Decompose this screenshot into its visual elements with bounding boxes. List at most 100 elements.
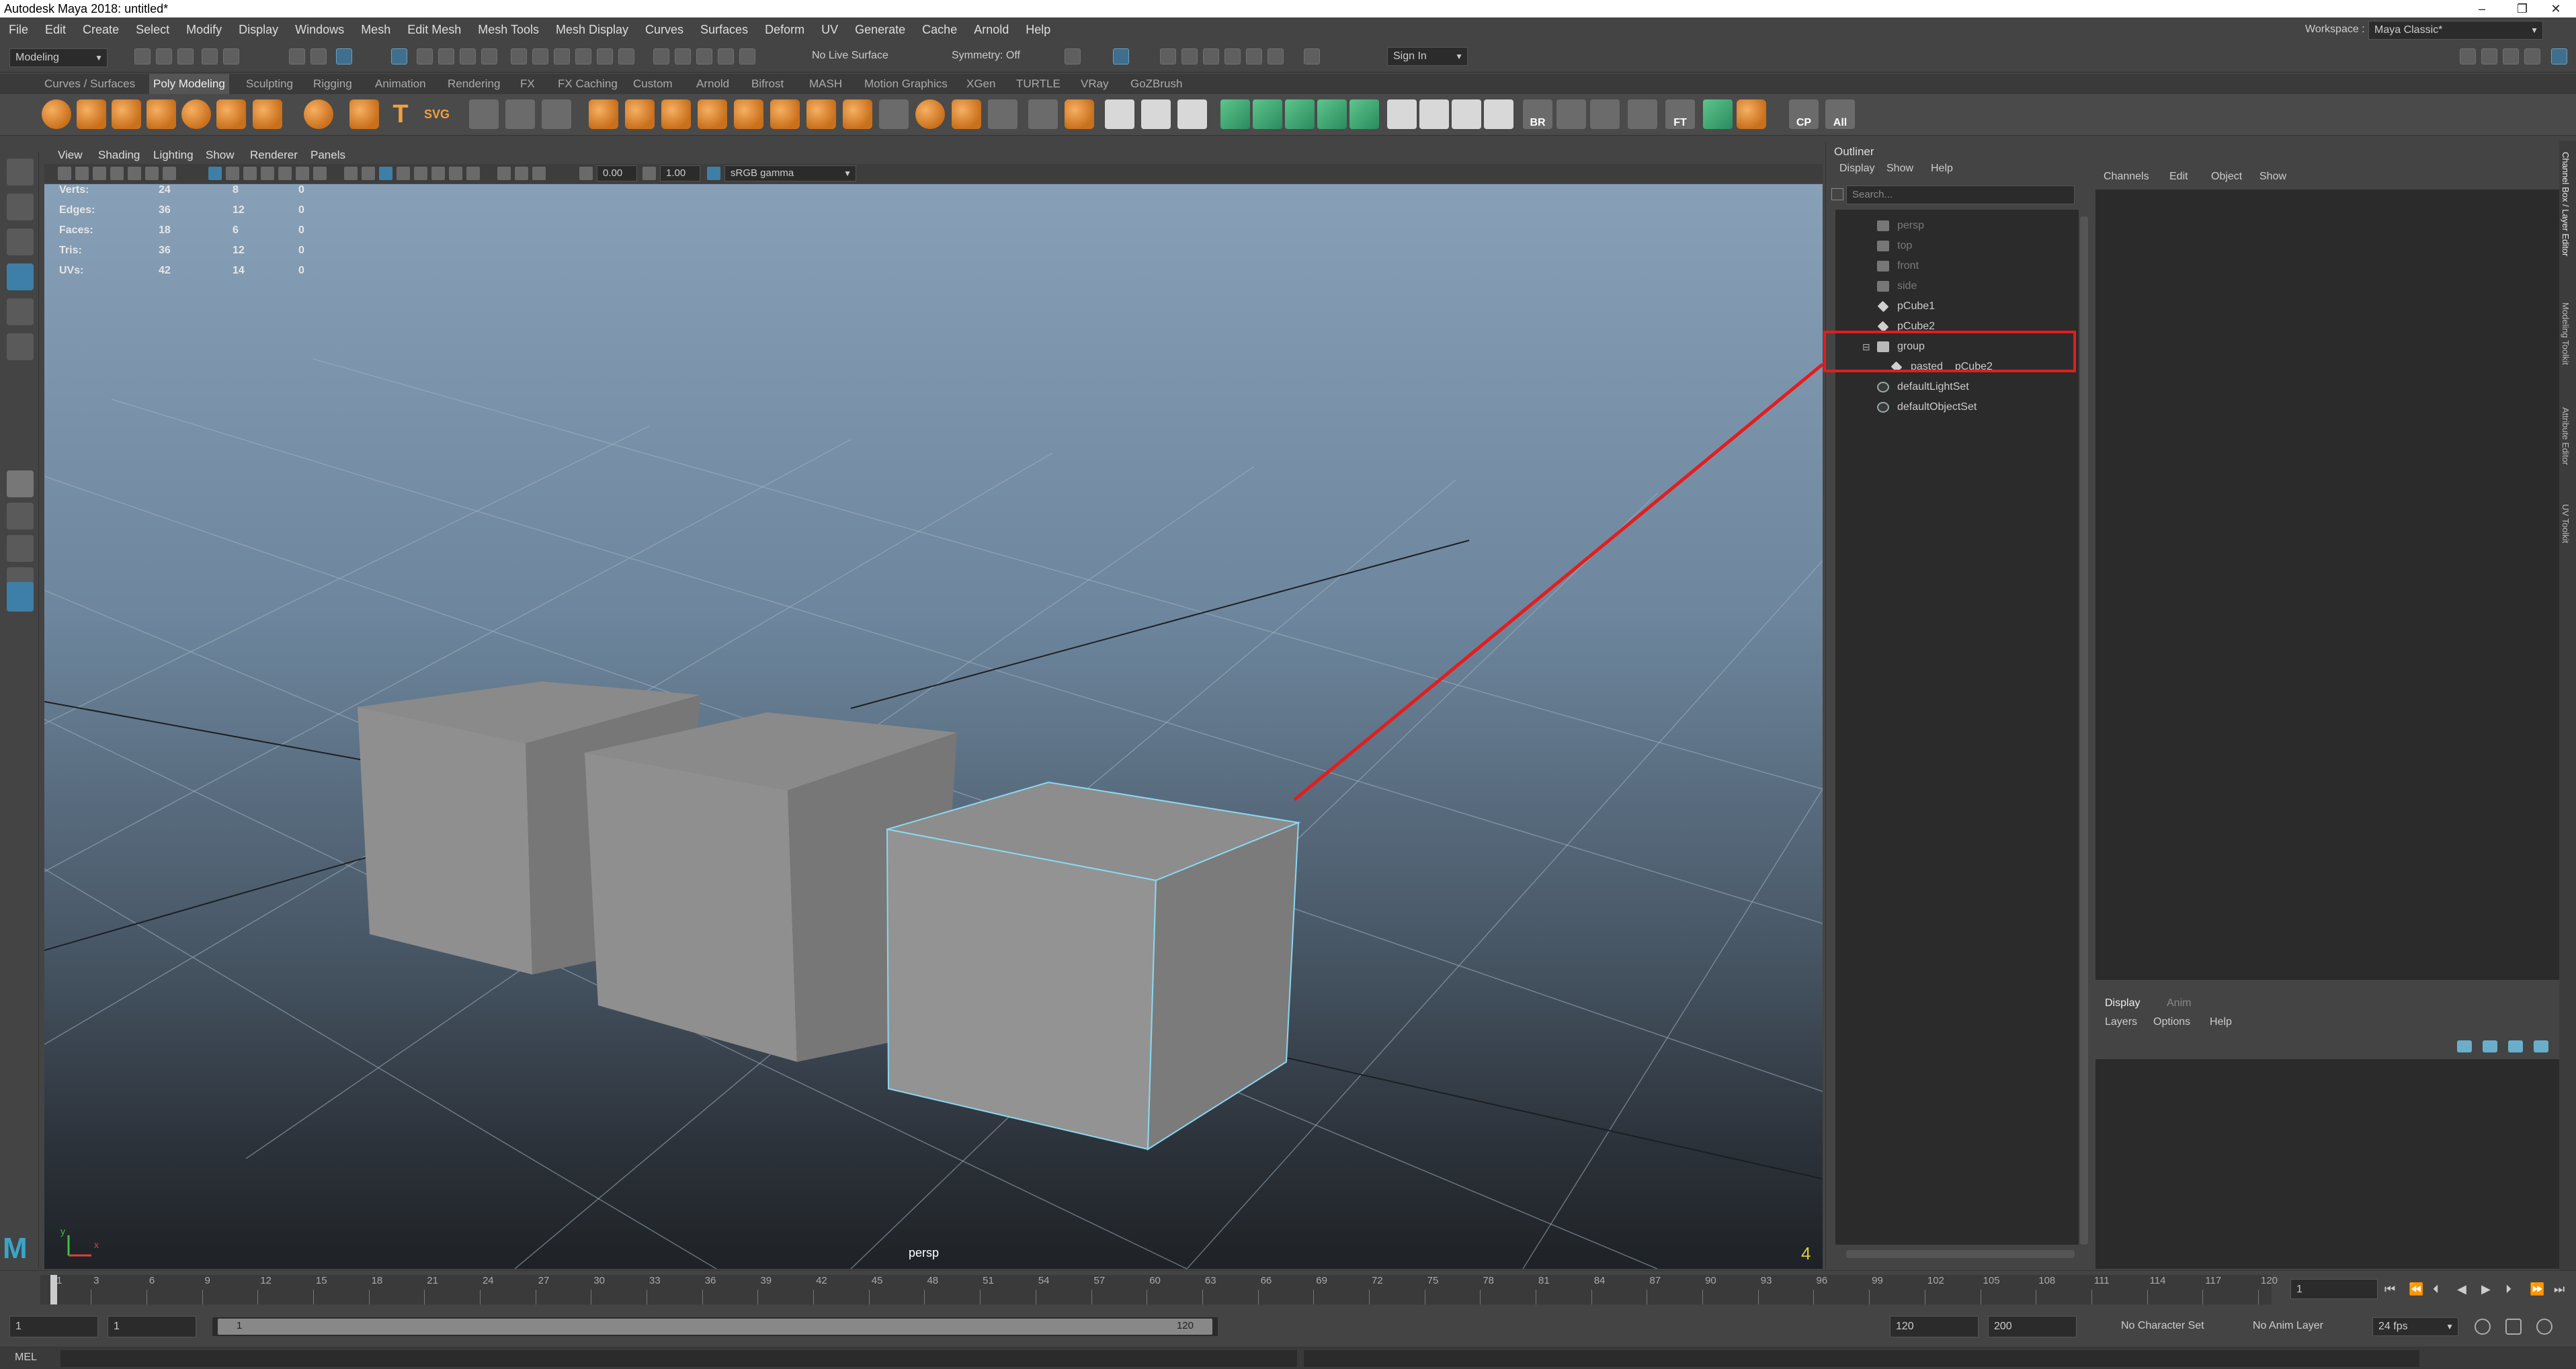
gate-mask-icon[interactable] bbox=[261, 167, 274, 180]
poly-disc-icon[interactable] bbox=[253, 99, 282, 129]
snap-curve-icon[interactable] bbox=[575, 48, 591, 65]
channel-box-toggle-icon[interactable] bbox=[2524, 48, 2540, 65]
preferences-icon[interactable] bbox=[2536, 1319, 2552, 1335]
shelf-tab-rendering[interactable]: Rendering bbox=[448, 74, 500, 94]
menu-cache[interactable]: Cache bbox=[913, 17, 965, 42]
wireframe-on-shaded-icon[interactable] bbox=[379, 167, 392, 180]
outliner-menu-help[interactable]: Help bbox=[1931, 163, 1953, 175]
menu-edit-mesh[interactable]: Edit Mesh bbox=[399, 17, 469, 42]
minimize-button[interactable]: – bbox=[2462, 0, 2502, 17]
end-time-field[interactable]: 120 bbox=[1890, 1316, 1979, 1337]
goto-end-icon[interactable]: ⏭ bbox=[2554, 1283, 2566, 1295]
time-ruler[interactable]: 1 3 6 9 12 15 18 21 24 27 30 33 36 39 42 45 48 51 54 57 60 63… bbox=[40, 1275, 2278, 1304]
menu-arnold[interactable]: Arnold bbox=[965, 17, 1017, 42]
poly-cylinder-icon[interactable] bbox=[112, 99, 141, 129]
outliner-item-side[interactable]: side bbox=[1835, 277, 2079, 296]
grid-toggle-icon[interactable] bbox=[163, 167, 176, 180]
layout-uv-icon[interactable] bbox=[1703, 99, 1733, 129]
outliner-search-input[interactable]: Search... bbox=[1846, 185, 2075, 204]
snap-grid-icon[interactable] bbox=[554, 48, 570, 65]
br-tool-icon[interactable]: BR bbox=[1523, 99, 1552, 129]
play-forward-icon[interactable]: ▶ bbox=[2481, 1283, 2493, 1295]
side-tab-attribute-editor[interactable]: Attribute Editor bbox=[2561, 407, 2571, 465]
outliner-item-top[interactable]: top bbox=[1835, 237, 2079, 255]
boolean-union-icon[interactable] bbox=[698, 99, 727, 129]
render-settings-icon[interactable] bbox=[1203, 48, 1219, 65]
render-frame-icon[interactable] bbox=[1065, 48, 1081, 65]
motion-blur-icon[interactable] bbox=[466, 167, 480, 180]
channel-menu-edit[interactable]: Edit bbox=[2169, 171, 2188, 183]
grid-display-icon[interactable] bbox=[208, 167, 222, 180]
menu-curves[interactable]: Curves bbox=[636, 17, 692, 42]
move-tool-icon[interactable] bbox=[7, 263, 34, 290]
step-forward-icon[interactable]: ⏩ bbox=[2530, 1283, 2544, 1295]
open-scene-icon[interactable] bbox=[156, 48, 172, 65]
outliner-item-pcube1[interactable]: pCube1 bbox=[1835, 297, 2079, 316]
select-tool-icon[interactable] bbox=[7, 159, 34, 185]
menu-edit[interactable]: Edit bbox=[36, 17, 74, 42]
gamma-field[interactable]: 1.00 bbox=[660, 165, 700, 181]
shelf-tab-motion-graphics[interactable]: Motion Graphics bbox=[864, 74, 948, 94]
current-frame-field[interactable]: 1 bbox=[2290, 1279, 2378, 1299]
unfold-icon[interactable] bbox=[1737, 99, 1766, 129]
pasted-pcube2[interactable] bbox=[886, 781, 1301, 1151]
pencil-tool-icon[interactable] bbox=[1105, 99, 1134, 129]
poly-plane-icon[interactable] bbox=[216, 99, 246, 129]
shelf-tab-custom[interactable]: Custom bbox=[633, 74, 673, 94]
all-tool-icon[interactable]: All bbox=[1825, 99, 1855, 129]
shelf-tab-fx-caching[interactable]: FX Caching bbox=[558, 74, 618, 94]
menu-deform[interactable]: Deform bbox=[756, 17, 813, 42]
viewport-menu-renderer[interactable]: Renderer bbox=[250, 147, 298, 164]
menu-surfaces[interactable]: Surfaces bbox=[692, 17, 756, 42]
camera-select-icon[interactable] bbox=[58, 167, 71, 180]
menu-modify[interactable]: Modify bbox=[177, 17, 230, 42]
outliner-menu-show[interactable]: Show bbox=[1886, 163, 1913, 175]
workspace-selector[interactable]: Maya Classic* ▼ bbox=[2368, 21, 2543, 40]
lasso-tool-icon[interactable] bbox=[7, 194, 34, 220]
mesh-info-icon[interactable] bbox=[1452, 99, 1481, 129]
boolean-difference-icon[interactable] bbox=[734, 99, 763, 129]
tool-settings-toggle-icon[interactable] bbox=[2503, 48, 2519, 65]
step-back-key-icon[interactable]: ⏴ bbox=[2433, 1283, 2445, 1295]
sculpt-tool-icon[interactable] bbox=[469, 99, 499, 129]
fill-hole-icon[interactable] bbox=[879, 99, 909, 129]
start-time-field[interactable]: 1 bbox=[9, 1316, 98, 1337]
viewport-menu-show[interactable]: Show bbox=[206, 147, 235, 164]
layer-tab-display[interactable]: Display bbox=[2105, 997, 2140, 1009]
exposure-icon[interactable] bbox=[579, 167, 593, 180]
shelf-tab-poly-modeling[interactable]: Poly Modeling bbox=[149, 74, 229, 94]
new-layer-selected-icon[interactable] bbox=[2534, 1040, 2548, 1052]
scale-tool-icon[interactable] bbox=[7, 333, 34, 360]
select-hierarchy-icon[interactable] bbox=[289, 48, 305, 65]
menu-select[interactable]: Select bbox=[127, 17, 177, 42]
combine-icon[interactable] bbox=[589, 99, 618, 129]
isolate-select-icon[interactable] bbox=[497, 167, 511, 180]
bridge-icon[interactable] bbox=[843, 99, 872, 129]
triangulate-icon[interactable] bbox=[1065, 99, 1094, 129]
input-ops-icon[interactable] bbox=[675, 48, 691, 65]
undo-icon[interactable] bbox=[202, 48, 218, 65]
poly-cube-icon[interactable] bbox=[77, 99, 106, 129]
command-input[interactable] bbox=[60, 1350, 1297, 1367]
step-forward-key-icon[interactable]: ⏵ bbox=[2505, 1283, 2518, 1295]
menu-help[interactable]: Help bbox=[1017, 17, 1058, 42]
platonic-solid-icon[interactable] bbox=[304, 99, 333, 129]
camera-attributes-icon[interactable] bbox=[75, 167, 89, 180]
mel-label[interactable]: MEL bbox=[15, 1352, 37, 1364]
select-component-icon[interactable] bbox=[336, 48, 352, 65]
select-vertex-icon[interactable] bbox=[417, 48, 433, 65]
layer-menu-help[interactable]: Help bbox=[2210, 1016, 2232, 1028]
shelf-tab-vray[interactable]: VRay bbox=[1081, 74, 1109, 94]
move-layer-up-icon[interactable] bbox=[2457, 1040, 2472, 1052]
mode-selector[interactable]: Modeling ▼ bbox=[9, 48, 108, 67]
crease-tool-icon[interactable] bbox=[1028, 99, 1058, 129]
range-handle[interactable]: 1 120 bbox=[218, 1319, 1212, 1335]
resolution-gate-icon[interactable] bbox=[243, 167, 257, 180]
history-icon[interactable] bbox=[653, 48, 669, 65]
poly-sphere-icon[interactable] bbox=[42, 99, 71, 129]
single-perspective-layout-icon[interactable] bbox=[7, 470, 34, 497]
shelf-tab-turtle[interactable]: TURTLE bbox=[1016, 74, 1061, 94]
use-all-lights-icon[interactable] bbox=[414, 167, 427, 180]
shelf-tab-xgen[interactable]: XGen bbox=[966, 74, 995, 94]
retopologize-icon[interactable] bbox=[952, 99, 981, 129]
